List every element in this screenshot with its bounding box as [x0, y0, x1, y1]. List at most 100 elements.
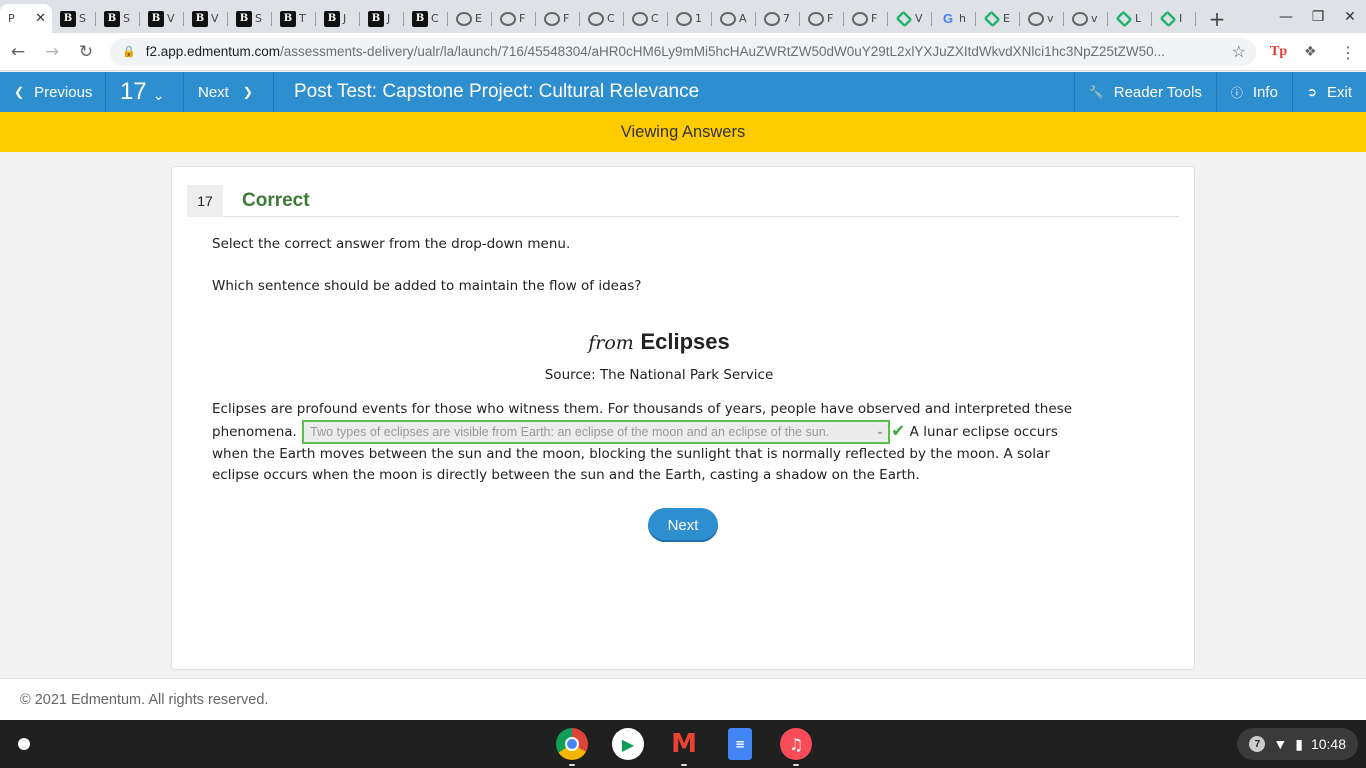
- browser-tab[interactable]: BV: [140, 4, 184, 33]
- globe-icon: [1072, 11, 1088, 26]
- previous-button[interactable]: ❮ Previous: [0, 72, 106, 112]
- next-button[interactable]: Next: [648, 508, 718, 542]
- browser-tab[interactable]: E: [976, 4, 1020, 33]
- banner-text: Viewing Answers: [620, 122, 746, 141]
- question-body: Select the correct answer from the drop-…: [212, 235, 1112, 486]
- tab-title: T: [299, 12, 306, 25]
- tab-title: V: [915, 12, 923, 25]
- extensions-puzzle-icon[interactable]: ❖: [1304, 33, 1317, 71]
- google-icon: G: [942, 11, 954, 26]
- instruction-text: Select the correct answer from the drop-…: [212, 236, 571, 252]
- forward-icon[interactable]: →: [36, 36, 68, 68]
- browser-tab[interactable]: I: [1152, 4, 1196, 33]
- reader-tools-button[interactable]: 🔧 Reader Tools: [1073, 72, 1216, 112]
- tab-title: S: [123, 12, 130, 25]
- brainly-icon: B: [368, 10, 384, 27]
- window-controls: — ❐ ✕: [1270, 0, 1366, 33]
- question-selector[interactable]: 17 ⌄: [106, 72, 184, 112]
- system-tray[interactable]: 7 ▼ ▮ 10:48: [1237, 728, 1358, 760]
- page-footer: © 2021 Edmentum. All rights reserved.: [0, 678, 1366, 720]
- tab-title: S: [255, 12, 262, 25]
- restore-icon[interactable]: ❐: [1302, 0, 1334, 33]
- browser-tab[interactable]: Gh: [932, 4, 976, 33]
- browser-tab[interactable]: A: [712, 4, 756, 33]
- tab-title: C: [651, 12, 659, 25]
- url-host: f2.app.edmentum.com: [145, 44, 281, 59]
- launcher-icon[interactable]: [9, 729, 39, 759]
- tab-title: C: [607, 12, 615, 25]
- browser-tab[interactable]: BS: [96, 4, 140, 33]
- minimize-icon[interactable]: —: [1270, 0, 1302, 33]
- exit-icon: ➲: [1306, 85, 1317, 99]
- browser-tab[interactable]: BS: [228, 4, 272, 33]
- passage-title-text: Eclipses: [640, 329, 730, 354]
- new-tab-button[interactable]: +: [1202, 4, 1232, 33]
- question-header: 17 Correct: [187, 184, 1179, 217]
- browser-tab[interactable]: F: [800, 4, 844, 33]
- browser-tab[interactable]: BT: [272, 4, 316, 33]
- tab-title: V: [211, 12, 219, 25]
- tab-title: V: [167, 12, 175, 25]
- edmentum-icon: [895, 10, 913, 27]
- passage-title: from Eclipses: [212, 329, 1106, 355]
- chrome-app-icon[interactable]: [556, 728, 588, 766]
- browser-tab[interactable]: BJ: [316, 4, 360, 33]
- bookmark-star-icon[interactable]: ☆: [1232, 42, 1246, 62]
- browser-tab[interactable]: BJ: [360, 4, 404, 33]
- brainly-icon: B: [148, 10, 164, 27]
- tab-title: J: [343, 12, 347, 25]
- back-icon[interactable]: ←: [2, 36, 34, 68]
- browser-tab[interactable]: F: [536, 4, 580, 33]
- browser-tab[interactable]: 1: [668, 4, 712, 33]
- tab-list: P ✕ B S B S B V B V B S B T B J B J B C E F F C C 1 A 7 F F V Gh Ev v L I: [0, 4, 1196, 33]
- browser-tab[interactable]: P ✕: [0, 4, 52, 33]
- status-label: Correct: [242, 189, 310, 211]
- browser-tab[interactable]: BV: [184, 4, 228, 33]
- reload-icon[interactable]: ↻: [70, 36, 102, 68]
- close-tab-icon[interactable]: ✕: [35, 11, 46, 26]
- browser-tab-strip: P ✕ B S B S B V B V B S B T B J B J B C E F F C C 1 A 7 F F V Gh Ev v L I +…: [0, 0, 1366, 33]
- browser-tab[interactable]: v: [1020, 4, 1064, 33]
- docs-app-icon[interactable]: ≡: [728, 728, 752, 760]
- globe-icon: [632, 11, 648, 26]
- tab-title: 7: [783, 12, 790, 25]
- brainly-icon: B: [192, 10, 208, 27]
- browser-tab[interactable]: BC: [404, 4, 448, 33]
- browser-tab[interactable]: L: [1108, 4, 1152, 33]
- browser-tab[interactable]: v: [1064, 4, 1108, 33]
- browser-menu-icon[interactable]: ⋮: [1340, 33, 1356, 71]
- battery-icon: ▮: [1295, 735, 1303, 752]
- browser-tab[interactable]: F: [492, 4, 536, 33]
- browser-tab[interactable]: F: [844, 4, 888, 33]
- tab-title: v: [1091, 12, 1098, 25]
- next-button-header[interactable]: Next ❯: [184, 72, 274, 112]
- browser-tab[interactable]: V: [888, 4, 932, 33]
- url-path: /assessments-delivery/ualr/la/launch/716…: [280, 44, 1165, 59]
- tab-title: v: [1047, 12, 1054, 25]
- page-title: Post Test: Capstone Project: Cultural Re…: [294, 81, 700, 102]
- arrow-left-circle-icon: ❮: [14, 85, 25, 99]
- browser-tab[interactable]: BS: [52, 4, 96, 33]
- gmail-app-icon[interactable]: M: [668, 728, 700, 766]
- tab-title: A: [739, 12, 747, 25]
- exit-button[interactable]: ➲ Exit: [1291, 72, 1366, 112]
- browser-tab[interactable]: C: [580, 4, 624, 33]
- play-store-app-icon[interactable]: ▶: [612, 728, 644, 760]
- browser-tab[interactable]: C: [624, 4, 668, 33]
- selected-answer: Two types of eclipses are visible from E…: [310, 425, 830, 439]
- brainly-icon: B: [280, 10, 296, 27]
- browser-tab[interactable]: 7: [756, 4, 800, 33]
- tab-title: F: [519, 12, 526, 25]
- info-button[interactable]: ⓘ Info: [1215, 72, 1292, 112]
- tab-title: S: [79, 12, 86, 25]
- question-card: 17 Correct Select the correct answer fro…: [171, 166, 1195, 670]
- answer-dropdown[interactable]: Two types of eclipses are visible from E…: [302, 420, 891, 444]
- lock-icon: 🔒: [122, 46, 136, 58]
- music-app-icon[interactable]: ♫: [780, 728, 812, 766]
- url-field[interactable]: 🔒 f2.app.edmentum.com /assessments-deliv…: [110, 37, 1256, 66]
- extension-tp-icon[interactable]: Tp: [1270, 33, 1287, 71]
- globe-icon: [720, 11, 736, 26]
- browser-tab[interactable]: E: [448, 4, 492, 33]
- close-window-icon[interactable]: ✕: [1334, 0, 1366, 33]
- info-icon: ⓘ: [1230, 85, 1243, 100]
